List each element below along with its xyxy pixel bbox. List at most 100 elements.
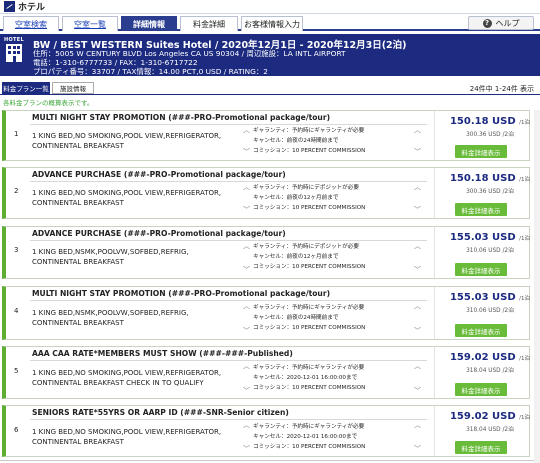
collapse-terms-icon[interactable]: ︿	[414, 361, 421, 371]
plan-cancel: キャンセル：2020-12-01 16:00:00まで	[253, 434, 358, 440]
hotel-header: HOTEL BW / BEST WESTERN Suites Hotel / 2…	[0, 34, 540, 76]
plan-number: 6	[14, 426, 19, 434]
title-bar: ホテル	[0, 0, 540, 14]
expand-terms-icon[interactable]: ﹀	[414, 205, 421, 215]
rate-detail-button[interactable]: 料金詳細表示	[455, 263, 507, 276]
collapse-terms-icon[interactable]: ︿	[414, 125, 421, 135]
plan-card: 4 MULTI NIGHT STAY PROMOTION (###-PRO-Pr…	[2, 286, 530, 340]
plan-cancel: キャンセル：前夜の24時間前まで	[253, 138, 339, 144]
rate-note: 各料金プランの概算表示です。	[3, 99, 94, 107]
help-label: ヘルプ	[495, 18, 520, 28]
plan-price: 155.03 USD /1泊	[449, 292, 531, 303]
subtab-facility-info[interactable]: 施設情報	[52, 82, 94, 94]
rate-detail-button[interactable]: 料金詳細表示	[455, 441, 507, 454]
divider	[0, 94, 540, 95]
tab-details[interactable]: 詳細情報	[121, 16, 177, 31]
plan-card: 1 MULTI NIGHT STAY PROMOTION (###-PRO-Pr…	[2, 110, 530, 161]
collapse-terms-icon[interactable]: ︿	[414, 420, 421, 430]
plan-total: 300.36 USD /2泊	[466, 132, 514, 138]
plan-description: 1 KING BED,NSMK,POOLVW,SOFBED,REFRIG, CO…	[32, 309, 189, 327]
collapse-terms-icon[interactable]: ︿	[414, 301, 421, 311]
rate-detail-button[interactable]: 料金詳細表示	[455, 145, 507, 158]
plan-number: 4	[14, 307, 19, 315]
plan-commission: コミッション：10 PERCENT COMMISSION	[253, 385, 366, 391]
expand-terms-icon[interactable]: ﹀	[243, 326, 250, 336]
plan-guarantee: ギャランティ：予約時にデポジットが必要	[253, 244, 359, 250]
plan-total: 300.36 USD /2泊	[466, 189, 514, 195]
app-title: ホテル	[18, 3, 46, 13]
plan-guarantee: ギャランティ：予約時にギャランティが必要	[253, 305, 365, 311]
hotel-icon: HOTEL	[4, 37, 24, 62]
expand-terms-icon[interactable]: ﹀	[243, 147, 250, 157]
plan-number: 5	[14, 367, 19, 375]
hotel-property: プロパティ番号：33707 / TAX情報：14.00 PCT,0 USD / …	[33, 67, 268, 76]
rate-detail-button[interactable]: 料金詳細表示	[455, 203, 507, 216]
plan-title: SENIORS RATE*55YRS OR AARP ID (###-SNR-S…	[32, 408, 289, 417]
plan-guarantee: ギャランティ：予約時にデポジットが必要	[253, 185, 359, 191]
plan-title: MULTI NIGHT STAY PROMOTION (###-PRO-Prom…	[32, 289, 331, 298]
plan-total: 310.06 USD /2泊	[466, 308, 514, 314]
plan-commission: コミッション：10 PERCENT COMMISSION	[253, 148, 366, 154]
collapse-terms-icon[interactable]: ︿	[243, 420, 250, 430]
plan-cancel: キャンセル：前夜の12ヶ月前まで	[253, 254, 339, 260]
help-button[interactable]: ? ヘルプ	[468, 16, 534, 30]
plan-price: 159.02 USD /1泊	[449, 411, 531, 422]
expand-terms-icon[interactable]: ﹀	[243, 444, 250, 454]
hotel-icon-label: HOTEL	[4, 37, 24, 43]
collapse-terms-icon[interactable]: ︿	[243, 301, 250, 311]
plan-cancel: キャンセル：前夜の24時間前まで	[253, 315, 339, 321]
expand-terms-icon[interactable]: ﹀	[243, 265, 250, 275]
plan-price: 159.02 USD /1泊	[449, 352, 531, 363]
collapse-terms-icon[interactable]: ︿	[243, 361, 250, 371]
collapse-terms-icon[interactable]: ︿	[243, 125, 250, 135]
tab-vacancy-search[interactable]: 空室検索	[3, 16, 59, 31]
plan-cancel: キャンセル：前夜の12ヶ月前まで	[253, 195, 339, 201]
expand-terms-icon[interactable]: ﹀	[243, 205, 250, 215]
rate-detail-button[interactable]: 料金詳細表示	[455, 324, 507, 337]
plan-guarantee: ギャランティ：予約時にギャランティが必要	[253, 128, 365, 134]
plan-commission: コミッション：10 PERCENT COMMISSION	[253, 444, 366, 450]
plan-card: 2 ADVANCE PURCHASE (###-PRO-Promotional …	[2, 167, 530, 219]
expand-terms-icon[interactable]: ﹀	[414, 265, 421, 275]
collapse-terms-icon[interactable]: ︿	[243, 241, 250, 251]
plan-description: 1 KING BED,NO SMOKING,POOL VIEW,REFRIGER…	[32, 132, 222, 150]
help-icon: ?	[482, 18, 492, 28]
scrollbar[interactable]	[534, 110, 540, 463]
collapse-terms-icon[interactable]: ︿	[414, 241, 421, 251]
plan-title: ADVANCE PURCHASE (###-PRO-Promotional pa…	[32, 170, 286, 179]
plan-title: AAA CAA RATE*MEMBERS MUST SHOW (###-###-…	[32, 349, 293, 358]
tab-vacancy-list[interactable]: 空室一覧	[62, 16, 118, 31]
plan-description: 1 KING BED,NO SMOKING,POOL VIEW,REFRIGER…	[32, 428, 222, 446]
expand-terms-icon[interactable]: ﹀	[414, 147, 421, 157]
plan-guarantee: ギャランティ：予約時にギャランティが必要	[253, 365, 365, 371]
plan-number: 3	[14, 246, 19, 254]
expand-terms-icon[interactable]: ﹀	[414, 386, 421, 396]
subtab-rate-plans[interactable]: 料金プラン一覧	[2, 82, 50, 94]
plan-commission: コミッション：10 PERCENT COMMISSION	[253, 325, 366, 331]
step-tabs: 空室検索 空室一覧 詳細情報 料金詳細 お客様情報入力 ? ヘルプ	[0, 15, 540, 31]
plan-number: 2	[14, 187, 19, 195]
plan-cancel: キャンセル：2020-12-01 16:00:00まで	[253, 375, 358, 381]
rate-detail-button[interactable]: 料金詳細表示	[455, 383, 507, 396]
plan-card: 3 ADVANCE PURCHASE (###-PRO-Promotional …	[2, 226, 530, 279]
plan-card: 5 AAA CAA RATE*MEMBERS MUST SHOW (###-##…	[2, 346, 530, 399]
result-count: 24件中 1-24件 表示	[469, 85, 534, 93]
plan-commission: コミッション：10 PERCENT COMMISSION	[253, 205, 366, 211]
plan-price: 155.03 USD /1泊	[449, 232, 531, 243]
tab-rate-details: 料金詳細	[180, 16, 238, 31]
plan-price: 150.18 USD /1泊	[449, 116, 531, 127]
plan-total: 318.04 USD /2泊	[466, 368, 514, 374]
plan-commission: コミッション：10 PERCENT COMMISSION	[253, 264, 366, 270]
collapse-terms-icon[interactable]: ︿	[243, 182, 250, 192]
plan-number: 1	[14, 130, 19, 138]
expand-terms-icon[interactable]: ﹀	[414, 326, 421, 336]
plan-total: 310.06 USD /2泊	[466, 248, 514, 254]
expand-terms-icon[interactable]: ﹀	[414, 444, 421, 454]
expand-terms-icon[interactable]: ﹀	[243, 386, 250, 396]
plan-card: 6 SENIORS RATE*55YRS OR AARP ID (###-SNR…	[2, 405, 530, 457]
collapse-terms-icon[interactable]: ︿	[414, 182, 421, 192]
app-logo-icon	[4, 1, 15, 12]
plan-description: 1 KING BED,NO SMOKING,POOL VIEW,REFRIGER…	[32, 369, 222, 387]
building-icon	[6, 44, 22, 62]
plan-title: ADVANCE PURCHASE (###-PRO-Promotional pa…	[32, 229, 286, 238]
